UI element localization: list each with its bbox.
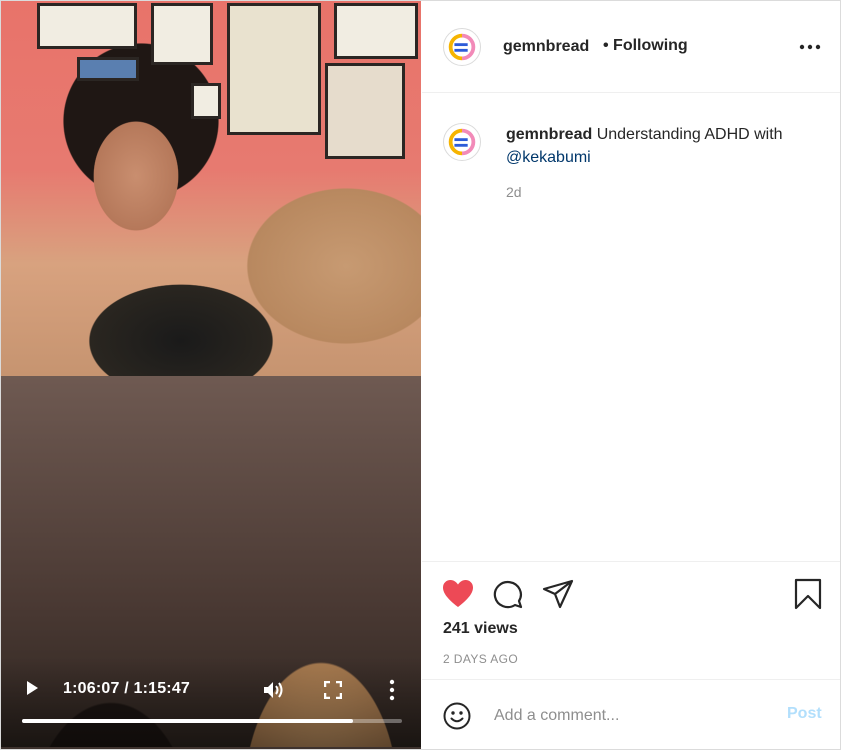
caption-username[interactable]: gemnbread bbox=[506, 126, 592, 143]
wall-frame bbox=[77, 57, 139, 81]
fullscreen-icon[interactable] bbox=[324, 681, 342, 699]
comment-input[interactable] bbox=[492, 703, 756, 729]
play-icon[interactable] bbox=[27, 681, 38, 695]
wall-frame bbox=[151, 3, 213, 65]
video-controls bbox=[1, 657, 421, 749]
wall-frame bbox=[191, 83, 221, 119]
video-player[interactable]: 1:06:07 / 1:15:47 bbox=[1, 1, 421, 749]
caption-mention-link[interactable]: @kekabumi bbox=[506, 149, 591, 166]
emoji-icon[interactable] bbox=[443, 702, 471, 730]
post-caption: gemnbread Understanding ADHD with @kekab… bbox=[506, 123, 806, 169]
caption-avatar[interactable] bbox=[443, 123, 481, 161]
share-icon[interactable] bbox=[542, 579, 574, 609]
video-progress-bar[interactable] bbox=[22, 719, 402, 723]
comment-bar: Post bbox=[422, 679, 840, 750]
post-side-panel: gemnbread • Following gemnbread Understa… bbox=[422, 1, 840, 749]
video-feed-top bbox=[1, 1, 421, 376]
views-count[interactable]: 241 views bbox=[443, 620, 518, 638]
gem-bread-logo bbox=[448, 128, 476, 156]
more-options-icon[interactable] bbox=[799, 44, 821, 50]
following-status[interactable]: • Following bbox=[603, 37, 688, 55]
wall-frame bbox=[334, 3, 418, 59]
comment-icon[interactable] bbox=[492, 579, 524, 609]
volume-icon[interactable] bbox=[263, 680, 285, 700]
video-progress-fill bbox=[22, 719, 353, 723]
video-time: 1:06:07 / 1:15:47 bbox=[63, 680, 191, 697]
instagram-post: 1:06:07 / 1:15:47 gemnbread • Following … bbox=[0, 0, 841, 750]
post-header: gemnbread • Following bbox=[422, 1, 840, 93]
more-vert-icon[interactable] bbox=[388, 679, 396, 701]
gem-bread-logo bbox=[448, 33, 476, 61]
header-username[interactable]: gemnbread bbox=[503, 38, 589, 56]
wall-frame bbox=[325, 63, 405, 159]
post-date[interactable]: 2 DAYS AGO bbox=[443, 652, 518, 666]
wall-poster bbox=[227, 3, 321, 135]
caption-time-ago[interactable]: 2d bbox=[506, 184, 522, 200]
post-comment-button[interactable]: Post bbox=[787, 705, 822, 723]
avatar[interactable] bbox=[443, 28, 481, 66]
caption-text: Understanding ADHD with bbox=[596, 126, 783, 143]
wall-frame bbox=[37, 3, 137, 49]
heart-icon[interactable] bbox=[442, 579, 474, 609]
bookmark-icon[interactable] bbox=[794, 578, 822, 610]
